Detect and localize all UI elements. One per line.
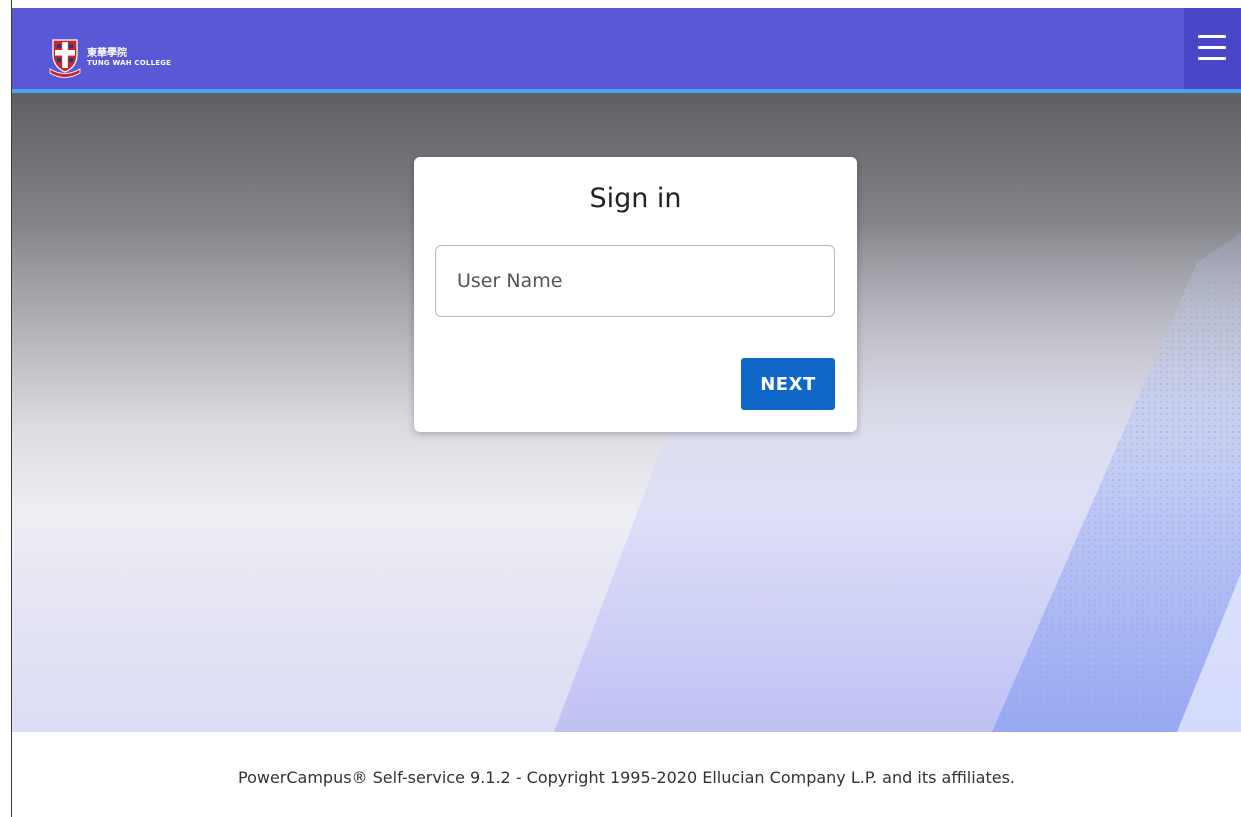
college-logo[interactable]: 東華學院 TUNG WAH COLLEGE: [48, 37, 171, 79]
logo-english-name: TUNG WAH COLLEGE: [87, 58, 172, 67]
sign-in-card: Sign in NEXT: [414, 157, 857, 432]
sign-in-title: Sign in: [589, 183, 682, 214]
copyright-text: PowerCampus® Self-service 9.1.2 - Copyri…: [237, 768, 1016, 787]
hamburger-icon-bar: [1198, 46, 1226, 49]
footer: PowerCampus® Self-service 9.1.2 - Copyri…: [12, 732, 1241, 817]
logo-text: 東華學院 TUNG WAH COLLEGE: [87, 49, 171, 67]
hamburger-menu-button[interactable]: [1184, 8, 1241, 89]
next-button[interactable]: NEXT: [741, 358, 835, 410]
top-header: 東華學院 TUNG WAH COLLEGE: [12, 8, 1241, 89]
username-input[interactable]: [435, 245, 835, 317]
hamburger-icon-bar: [1198, 57, 1226, 60]
page: 東華學院 TUNG WAH COLLEGE Sign in User Name …: [0, 0, 1241, 817]
college-crest-icon: [48, 37, 82, 79]
hamburger-icon: [1198, 35, 1226, 38]
logo-chinese-name: 東華學院: [87, 48, 127, 60]
